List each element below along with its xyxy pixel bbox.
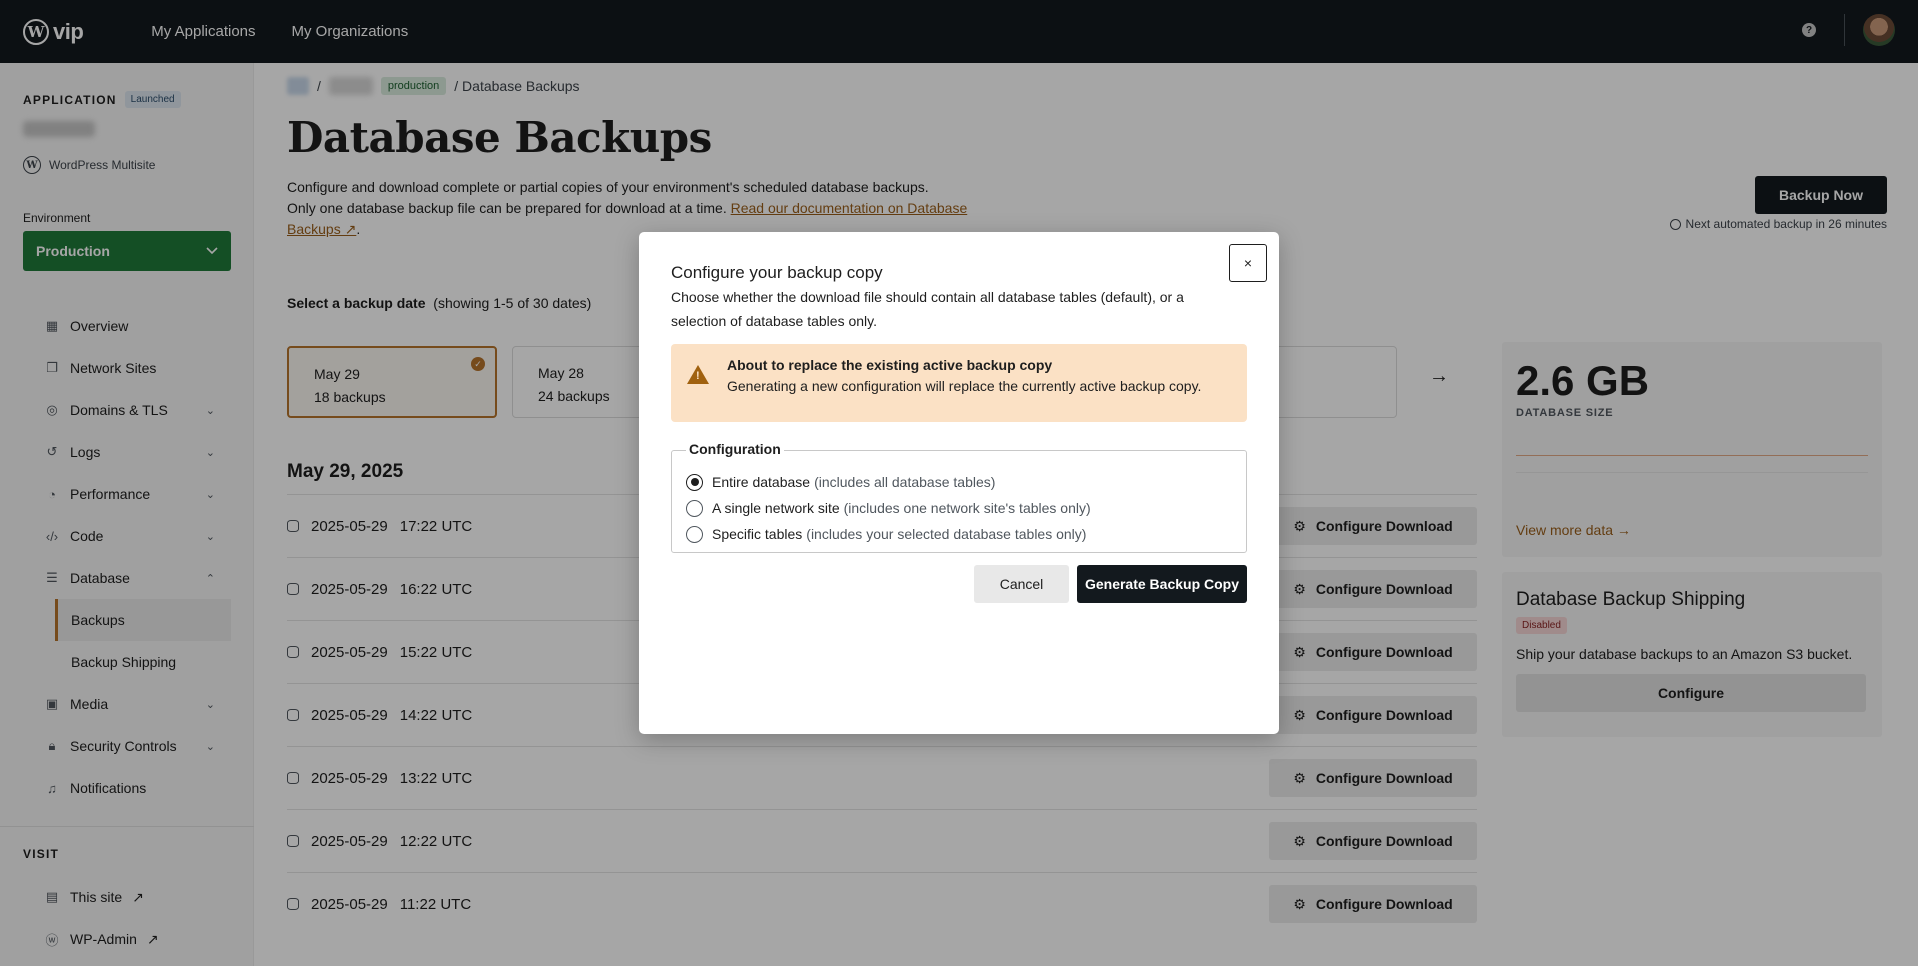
option-hint: (includes your selected database tables …: [806, 526, 1087, 542]
option-single-network-site[interactable]: A single network site (includes one netw…: [686, 495, 1232, 521]
warning-text: Generating a new configuration will repl…: [727, 378, 1202, 394]
modal-title: Configure your backup copy: [671, 263, 883, 282]
configuration-legend: Configuration: [686, 441, 784, 457]
warning-title: About to replace the existing active bac…: [727, 357, 1053, 373]
radio-single-network-site[interactable]: [686, 499, 703, 517]
cancel-button[interactable]: Cancel: [974, 565, 1069, 603]
radio-entire-database[interactable]: [686, 473, 703, 491]
modal-description: Choose whether the download file should …: [671, 289, 1184, 329]
configuration-fieldset: Configuration Entire database (includes …: [671, 441, 1247, 553]
option-specific-tables[interactable]: Specific tables (includes your selected …: [686, 521, 1232, 547]
warning-icon: !: [687, 365, 709, 384]
option-label: Specific tables: [712, 526, 803, 542]
option-label: A single network site: [712, 500, 840, 516]
modal-actions: Cancel Generate Backup Copy: [974, 565, 1247, 603]
warning-notice: ! About to replace the existing active b…: [671, 344, 1247, 422]
configure-backup-modal: × Configure your backup copy Choose whet…: [639, 232, 1279, 734]
option-entire-database[interactable]: Entire database (includes all database t…: [686, 469, 1232, 495]
option-hint: (includes all database tables): [814, 474, 996, 490]
radio-specific-tables[interactable]: [686, 525, 703, 543]
option-label: Entire database: [712, 474, 811, 490]
close-icon[interactable]: ×: [1229, 244, 1267, 282]
option-hint: (includes one network site's tables only…: [843, 500, 1091, 516]
generate-backup-copy-button[interactable]: Generate Backup Copy: [1077, 565, 1247, 603]
